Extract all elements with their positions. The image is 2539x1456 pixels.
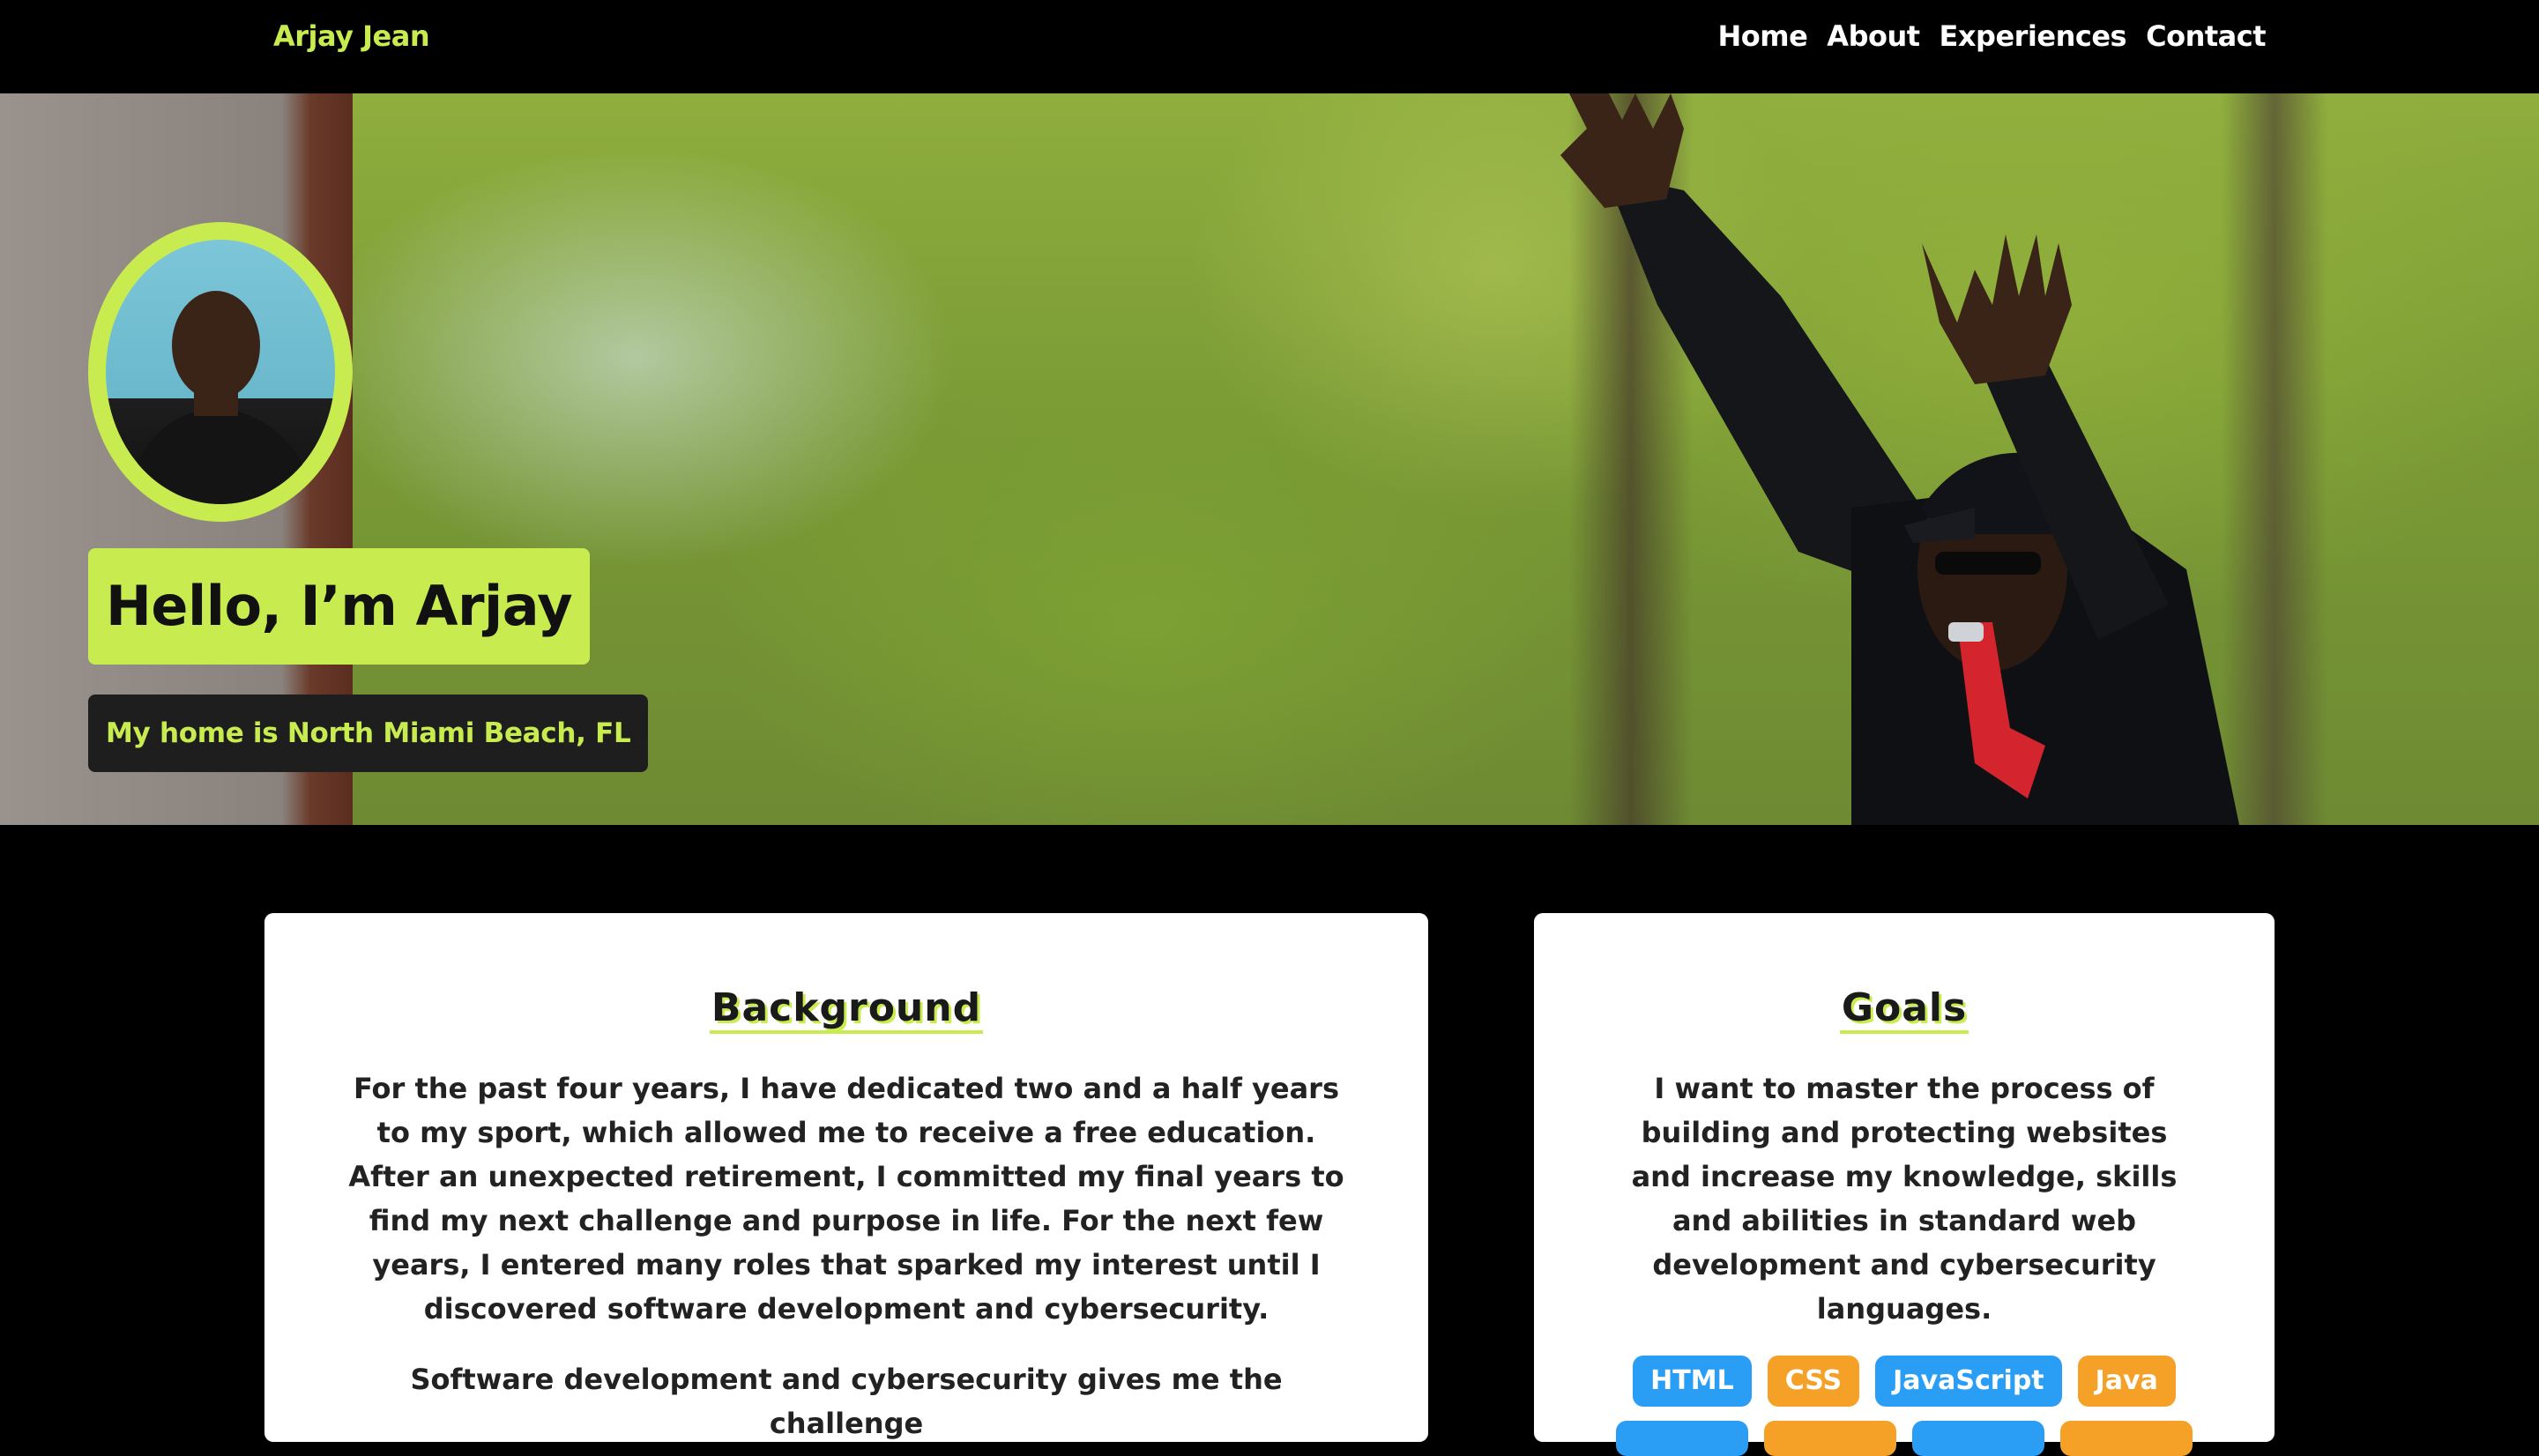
skill-tag-css: CSS bbox=[1767, 1356, 1860, 1407]
skill-tag-java: Java bbox=[2077, 1356, 2176, 1407]
avatar-photo bbox=[106, 240, 335, 504]
hero-greeting: Hello, I’m Arjay bbox=[88, 548, 591, 665]
skill-tags: HTML CSS JavaScript Java bbox=[1587, 1356, 2222, 1456]
background-title: Background bbox=[264, 984, 1428, 1034]
nav-links: Home About Experiences Contact bbox=[1717, 19, 2266, 53]
goals-title: Goals bbox=[1534, 984, 2275, 1034]
hero-location-badge: My home is North Miami Beach, FL bbox=[88, 695, 649, 772]
nav-link-experiences[interactable]: Experiences bbox=[1940, 19, 2127, 53]
background-title-text: Background bbox=[709, 985, 984, 1034]
skill-tag-javascript: JavaScript bbox=[1875, 1356, 2062, 1407]
skill-tag bbox=[1764, 1421, 1896, 1456]
avatar-portrait bbox=[123, 291, 317, 504]
goals-paragraph: I want to master the process of building… bbox=[1631, 1072, 2178, 1326]
nav-link-about[interactable]: About bbox=[1827, 19, 1920, 53]
nav-link-home[interactable]: Home bbox=[1717, 19, 1807, 53]
nav-link-contact[interactable]: Contact bbox=[2146, 19, 2266, 53]
avatar bbox=[88, 222, 353, 522]
background-paragraph: For the past four years, I have dedicate… bbox=[348, 1072, 1344, 1326]
background-card: Background For the past four years, I ha… bbox=[264, 913, 1428, 1442]
background-paragraph-2: Software development and cybersecurity g… bbox=[410, 1363, 1283, 1440]
goals-title-text: Goals bbox=[1839, 985, 1969, 1034]
goals-card: Goals I want to master the process of bu… bbox=[1534, 913, 2275, 1456]
skill-tag bbox=[2060, 1421, 2193, 1456]
skill-tag-html: HTML bbox=[1633, 1356, 1752, 1407]
hero-photo-person bbox=[1560, 93, 2239, 825]
skill-tag bbox=[1912, 1421, 2044, 1456]
skill-tag bbox=[1616, 1421, 1748, 1456]
top-navbar: Arjay Jean Home About Experiences Contac… bbox=[0, 0, 2539, 93]
hero-banner: Hello, I’m Arjay My home is North Miami … bbox=[0, 93, 2539, 825]
brand-link[interactable]: Arjay Jean bbox=[273, 19, 430, 53]
